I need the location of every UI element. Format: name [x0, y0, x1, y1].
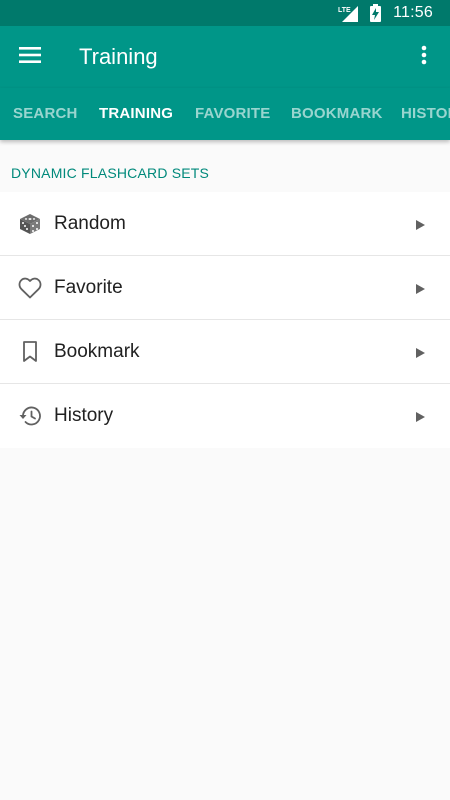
list-item-bookmark[interactable]: Bookmark	[0, 320, 450, 384]
list-item-label: History	[54, 405, 114, 426]
list-item-history[interactable]: History	[0, 384, 450, 448]
list-item-label: Random	[54, 212, 126, 234]
section-header: DYNAMIC FLASHCARD SETS	[11, 165, 210, 181]
chevron-right-icon	[414, 410, 426, 422]
app-bar: Training	[0, 26, 450, 88]
page-title: Training	[79, 44, 158, 69]
more-options-button[interactable]	[408, 26, 440, 88]
tab-training[interactable]: TRAINING	[99, 88, 173, 140]
lte-signal-icon: LTE	[338, 4, 359, 22]
history-icon	[18, 404, 42, 428]
list-item-favorite[interactable]: Favorite	[0, 256, 450, 320]
bookmark-icon	[18, 340, 42, 364]
flashcard-set-list: Random Favorite Bookmark History	[0, 192, 450, 448]
chevron-right-icon	[414, 218, 426, 230]
battery-charging-icon	[370, 4, 382, 22]
tab-history[interactable]: HISTORY	[401, 88, 450, 140]
heart-icon	[18, 276, 42, 300]
tab-bookmark[interactable]: BOOKMARK	[291, 88, 383, 140]
list-item-random[interactable]: Random	[0, 192, 450, 256]
status-bar: LTE 11:56	[0, 0, 450, 26]
dice-icon	[18, 212, 42, 236]
menu-button[interactable]	[0, 26, 60, 88]
list-item-label: Bookmark	[54, 340, 140, 362]
tab-bar: SEARCH TRAINING FAVORITE BOOKMARK HISTOR…	[0, 88, 450, 140]
status-time: 11:56	[393, 4, 433, 21]
chevron-right-icon	[414, 282, 426, 294]
hamburger-menu-icon	[19, 46, 41, 68]
tab-search[interactable]: SEARCH	[13, 88, 78, 140]
tab-favorite[interactable]: FAVORITE	[195, 88, 271, 140]
more-vert-icon	[421, 45, 427, 70]
list-item-label: Favorite	[54, 276, 123, 298]
svg-text:LTE: LTE	[338, 7, 351, 14]
chevron-right-icon	[414, 346, 426, 358]
